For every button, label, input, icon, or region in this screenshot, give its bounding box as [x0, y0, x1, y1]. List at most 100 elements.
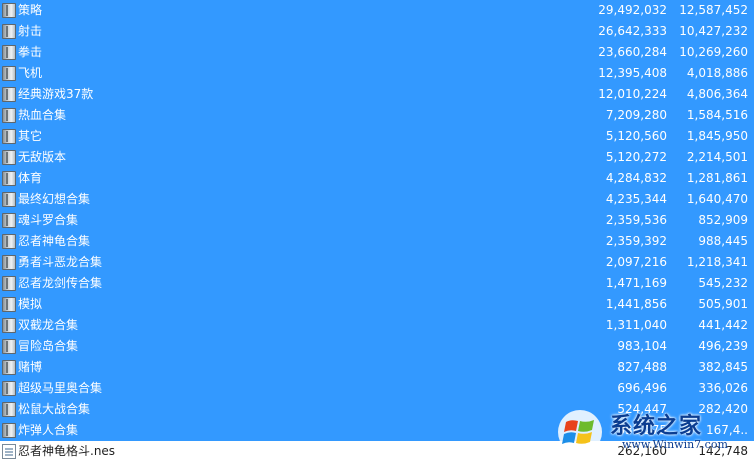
- row-name: 赌博: [18, 360, 43, 374]
- folder-icon: [2, 171, 16, 186]
- row-size: 12,010,224: [598, 87, 667, 101]
- folder-row[interactable]: 忍者龙剑传合集 1,471,169 545,232: [0, 273, 754, 294]
- file-list: 策略 29,492,032 12,587,452 射击 26,642,333 10,427…: [0, 0, 754, 462]
- row-size: 827,488: [617, 360, 667, 374]
- row-name: 忍者神龟合集: [18, 234, 91, 248]
- row-name: 魂斗罗合集: [18, 213, 79, 227]
- folder-row[interactable]: 忍者神龟合集 2,359,392 988,445: [0, 231, 754, 252]
- folder-icon: [2, 66, 16, 81]
- folder-row[interactable]: 勇者斗恶龙合集 2,097,216 1,218,341: [0, 252, 754, 273]
- folder-row[interactable]: 拳击 23,660,284 10,269,260: [0, 42, 754, 63]
- row-size: 7,209,280: [605, 108, 667, 122]
- row-name: 体育: [18, 171, 43, 185]
- folder-icon: [2, 339, 16, 354]
- row-size: 1,441,856: [605, 297, 667, 311]
- row-name: 拳击: [18, 45, 43, 59]
- folder-icon: [2, 213, 16, 228]
- row-name: 炸弹人合集: [18, 423, 79, 437]
- folder-row[interactable]: 热血合集 7,209,280 1,584,516: [0, 105, 754, 126]
- folder-row[interactable]: 双截龙合集 1,311,040 441,442: [0, 315, 754, 336]
- folder-icon: [2, 276, 16, 291]
- folder-icon: [2, 234, 16, 249]
- row-packed-size: 12,587,452: [679, 3, 748, 17]
- folder-row[interactable]: 体育 4,284,832 1,281,861: [0, 168, 754, 189]
- row-packed-size: 10,269,260: [679, 45, 748, 59]
- row-name: 策略: [18, 3, 43, 17]
- row-name: 经典游戏37款: [18, 87, 94, 101]
- row-size: 4,284,832: [605, 171, 667, 185]
- row-size: 2,097,216: [605, 255, 667, 269]
- row-packed-size: 852,909: [698, 213, 748, 227]
- folder-icon: [2, 255, 16, 270]
- folder-icon: [2, 45, 16, 60]
- folder-row[interactable]: 赌博 827,488 382,845: [0, 357, 754, 378]
- folder-icon: [2, 423, 16, 438]
- row-packed-size: 10,427,232: [679, 24, 748, 38]
- row-packed-size: 505,901: [698, 297, 748, 311]
- row-name: 松鼠大战合集: [18, 402, 91, 416]
- watermark-url: www.Winwin7.com: [622, 438, 728, 451]
- row-packed-size: 2,214,501: [686, 150, 748, 164]
- row-packed-size: 988,445: [698, 234, 748, 248]
- row-packed-size: 1,845,950: [686, 129, 748, 143]
- folder-row[interactable]: 模拟 1,441,856 505,901: [0, 294, 754, 315]
- folder-row[interactable]: 魂斗罗合集 2,359,536 852,909: [0, 210, 754, 231]
- row-size: 1,471,169: [605, 276, 667, 290]
- row-packed-size: 4,806,364: [686, 87, 748, 101]
- row-packed-size: 4,018,886: [686, 66, 748, 80]
- folder-row[interactable]: 无敌版本 5,120,272 2,214,501: [0, 147, 754, 168]
- row-size: 5,120,272: [605, 150, 667, 164]
- row-packed-size: 545,232: [698, 276, 748, 290]
- row-size: 983,104: [617, 339, 667, 353]
- folder-row[interactable]: 射击 26,642,333 10,427,232: [0, 21, 754, 42]
- row-name: 冒险岛合集: [18, 339, 79, 353]
- watermark: 系统之家 www.Winwin7.com: [556, 404, 754, 460]
- row-size: 2,359,392: [605, 234, 667, 248]
- row-packed-size: 1,584,516: [686, 108, 748, 122]
- folder-row[interactable]: 冒险岛合集 983,104 496,239: [0, 336, 754, 357]
- row-name: 热血合集: [18, 108, 67, 122]
- folder-icon: [2, 87, 16, 102]
- folder-icon: [2, 3, 16, 18]
- folder-icon: [2, 129, 16, 144]
- row-size: 4,235,344: [605, 192, 667, 206]
- row-name: 双截龙合集: [18, 318, 79, 332]
- folder-icon: [2, 297, 16, 312]
- row-size: 29,492,032: [598, 3, 667, 17]
- row-packed-size: 441,442: [698, 318, 748, 332]
- row-size: 12,395,408: [598, 66, 667, 80]
- folder-icon: [2, 108, 16, 123]
- row-packed-size: 336,026: [698, 381, 748, 395]
- folder-row[interactable]: 其它 5,120,560 1,845,950: [0, 126, 754, 147]
- folder-icon: [2, 318, 16, 333]
- watermark-title: 系统之家: [610, 413, 703, 439]
- row-name: 其它: [18, 129, 43, 143]
- row-name: 忍者龙剑传合集: [18, 276, 103, 290]
- folder-row[interactable]: 飞机 12,395,408 4,018,886: [0, 63, 754, 84]
- row-packed-size: 1,281,861: [686, 171, 748, 185]
- row-size: 1,311,040: [605, 318, 667, 332]
- folder-icon: [2, 150, 16, 165]
- folder-icon: [2, 360, 16, 375]
- row-name: 射击: [18, 24, 43, 38]
- row-name: 无敌版本: [18, 150, 67, 164]
- row-name: 最终幻想合集: [18, 192, 91, 206]
- row-size: 2,359,536: [605, 213, 667, 227]
- row-packed-size: 1,218,341: [686, 255, 748, 269]
- folder-icon: [2, 24, 16, 39]
- folder-row[interactable]: 超级马里奥合集 696,496 336,026: [0, 378, 754, 399]
- folder-icon: [2, 402, 16, 417]
- folder-row[interactable]: 经典游戏37款 12,010,224 4,806,364: [0, 84, 754, 105]
- row-size: 26,642,333: [598, 24, 667, 38]
- row-name: 忍者神龟格斗.nes: [18, 444, 116, 458]
- folder-row[interactable]: 策略 29,492,032 12,587,452: [0, 0, 754, 21]
- row-name: 勇者斗恶龙合集: [18, 255, 103, 269]
- folder-icon: [2, 192, 16, 207]
- row-name: 超级马里奥合集: [18, 381, 103, 395]
- row-size: 5,120,560: [605, 129, 667, 143]
- row-size: 23,660,284: [598, 45, 667, 59]
- windows-logo-icon: [558, 410, 602, 454]
- row-packed-size: 496,239: [698, 339, 748, 353]
- folder-row[interactable]: 最终幻想合集 4,235,344 1,640,470: [0, 189, 754, 210]
- row-name: 模拟: [18, 297, 43, 311]
